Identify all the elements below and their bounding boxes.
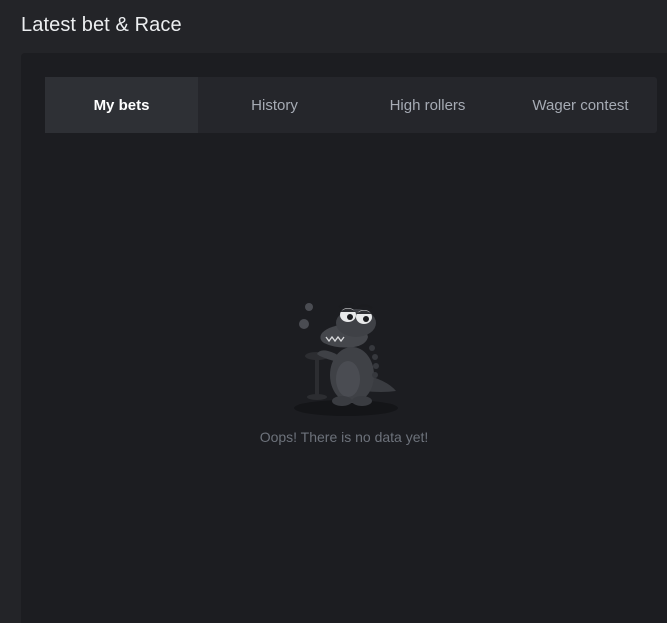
tab-my-bets[interactable]: My bets <box>45 77 198 133</box>
tab-wager-contest[interactable]: Wager contest <box>504 77 657 133</box>
bets-tabs: My bets History High rollers Wager conte… <box>45 77 657 133</box>
latest-bet-race-widget: Latest bet & Race My bets History High r… <box>0 0 667 623</box>
section-title: Latest bet & Race <box>21 14 182 36</box>
empty-state: Oops! There is no data yet! <box>21 293 667 445</box>
bets-panel: My bets History High rollers Wager conte… <box>21 53 667 623</box>
empty-state-message: Oops! There is no data yet! <box>259 429 429 445</box>
crocodile-mascot-icon <box>294 302 398 416</box>
tab-high-rollers[interactable]: High rollers <box>351 77 504 133</box>
tab-history[interactable]: History <box>198 77 351 133</box>
